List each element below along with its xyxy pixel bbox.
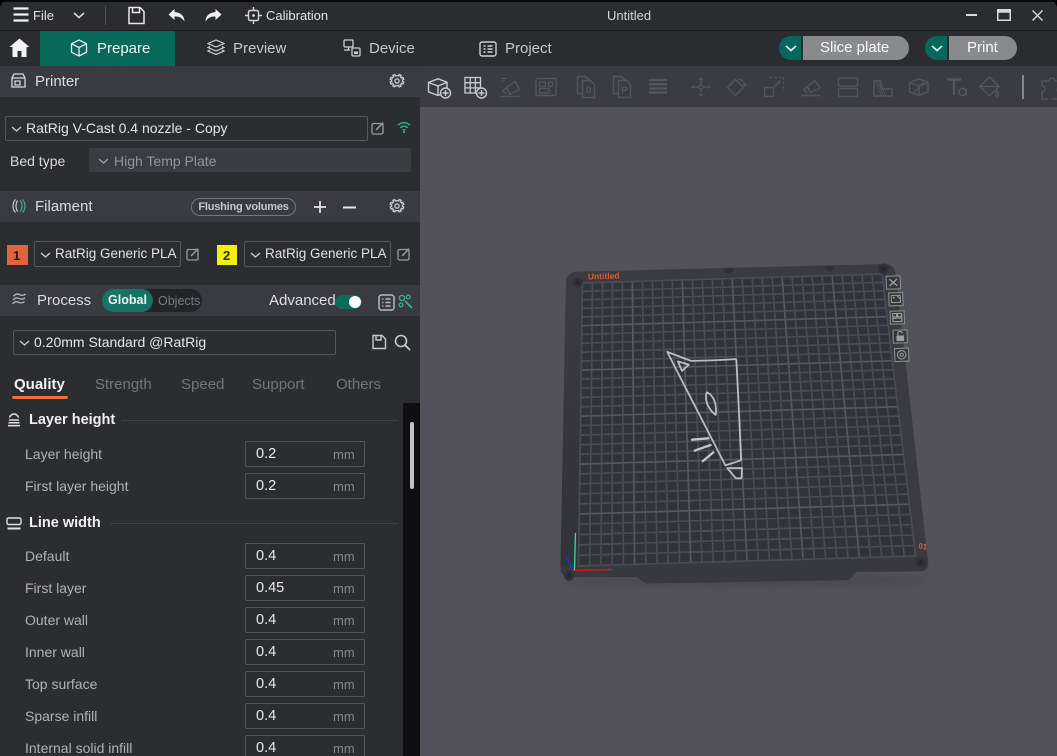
- svg-text:01: 01: [918, 541, 929, 551]
- svg-text:0: 0: [586, 86, 592, 97]
- svg-text:Untitled: Untitled: [588, 271, 620, 282]
- svg-text:P: P: [621, 86, 628, 97]
